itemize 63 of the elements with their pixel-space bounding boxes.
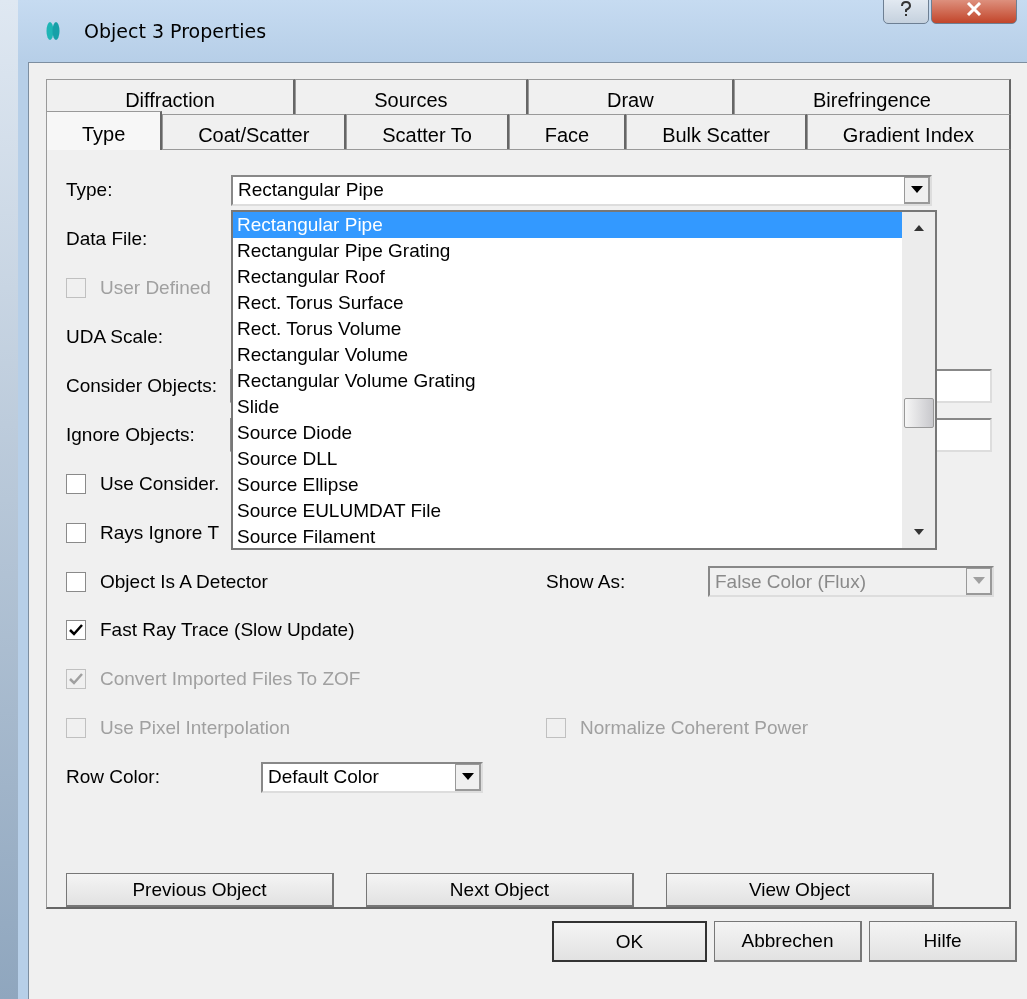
caret-down-icon [910, 185, 923, 194]
caret-up-icon[interactable] [912, 223, 925, 232]
checkbox[interactable] [66, 522, 86, 543]
list-item[interactable]: Source Ellipse [233, 471, 902, 498]
field-label: Row Color: [66, 766, 161, 789]
caret-down-icon [972, 577, 985, 586]
tab[interactable]: Sources [295, 79, 528, 114]
list-item[interactable]: Rectangular Volume [233, 341, 902, 368]
list-item[interactable]: Slide [233, 393, 902, 420]
checkbox[interactable] [66, 571, 86, 592]
nav-button[interactable]: Next Object [366, 873, 634, 907]
window-title: Object 3 Properties [84, 20, 267, 42]
tab[interactable]: Bulk Scatter [626, 114, 807, 149]
dialog-button[interactable]: OK [552, 921, 707, 962]
tab[interactable]: Draw [527, 79, 734, 114]
checkbox[interactable] [66, 620, 86, 641]
dialog-button[interactable]: Hilfe [869, 921, 1017, 962]
tab[interactable]: Diffraction [46, 79, 296, 114]
checkbox-label: Fast Ray Trace (Slow Update) [100, 619, 355, 642]
checkbox-label: Object Is A Detector [100, 570, 268, 593]
dialog-button[interactable]: Abbrechen [714, 921, 862, 962]
field-label: Consider Objects: [66, 375, 218, 397]
nav-button[interactable]: View Object [666, 873, 934, 907]
checkbox[interactable] [66, 473, 86, 494]
tab[interactable]: Birefringence [733, 79, 1011, 114]
list-item[interactable]: Source Filament [233, 523, 902, 550]
tab[interactable]: Face [508, 114, 627, 149]
close-button[interactable] [931, 0, 1017, 24]
dropdown-button[interactable] [904, 176, 930, 204]
close-icon [966, 2, 982, 16]
tab[interactable]: Gradient Index [806, 114, 1011, 149]
checkbox-label: Rays Ignore T [100, 521, 219, 544]
help-icon [900, 1, 912, 17]
caret-down-icon [461, 772, 474, 781]
tab[interactable]: Type [46, 111, 163, 150]
app-icon [46, 21, 60, 41]
list-item[interactable]: Source Diode [233, 419, 902, 446]
checkbox-label: Convert Imported Files To ZOF [100, 668, 361, 691]
caret-down-icon[interactable] [912, 527, 925, 536]
color-dropdown[interactable]: Default Color [261, 761, 483, 793]
scrollbar[interactable] [902, 211, 935, 548]
nav-button[interactable]: Previous Object [66, 873, 334, 907]
tab[interactable]: Scatter To [346, 114, 509, 149]
checkbox-label: Normalize Coherent Power [580, 717, 809, 740]
list-item[interactable]: Rect. Torus Surface [233, 289, 902, 316]
help-button[interactable] [883, 0, 929, 24]
list-item[interactable]: Rectangular Roof [233, 263, 902, 290]
list-item[interactable]: Rectangular Pipe Grating [233, 237, 902, 264]
field-label: Data File: [66, 228, 149, 251]
field-label: Type: [66, 179, 114, 202]
list-item[interactable]: Rectangular Volume Grating [233, 367, 902, 394]
field-label: UDA Scale: [66, 326, 165, 349]
checkbox-label: Use Consider. [100, 472, 220, 495]
field-label: Ignore Objects: [66, 423, 196, 446]
scroll-thumb[interactable] [903, 397, 934, 428]
checkbox-label: User Defined [100, 277, 211, 300]
list-item[interactable]: Source EULUMDAT File [233, 497, 902, 524]
checkbox-label: Use Pixel Interpolation [100, 717, 291, 740]
field-label: Show As: [546, 570, 627, 593]
dropdown-button[interactable] [455, 763, 481, 791]
list-item[interactable]: Rect. Torus Volume [233, 315, 902, 342]
tab[interactable]: Coat/Scatter [162, 114, 347, 149]
list-item[interactable]: Source DLL [233, 445, 902, 472]
